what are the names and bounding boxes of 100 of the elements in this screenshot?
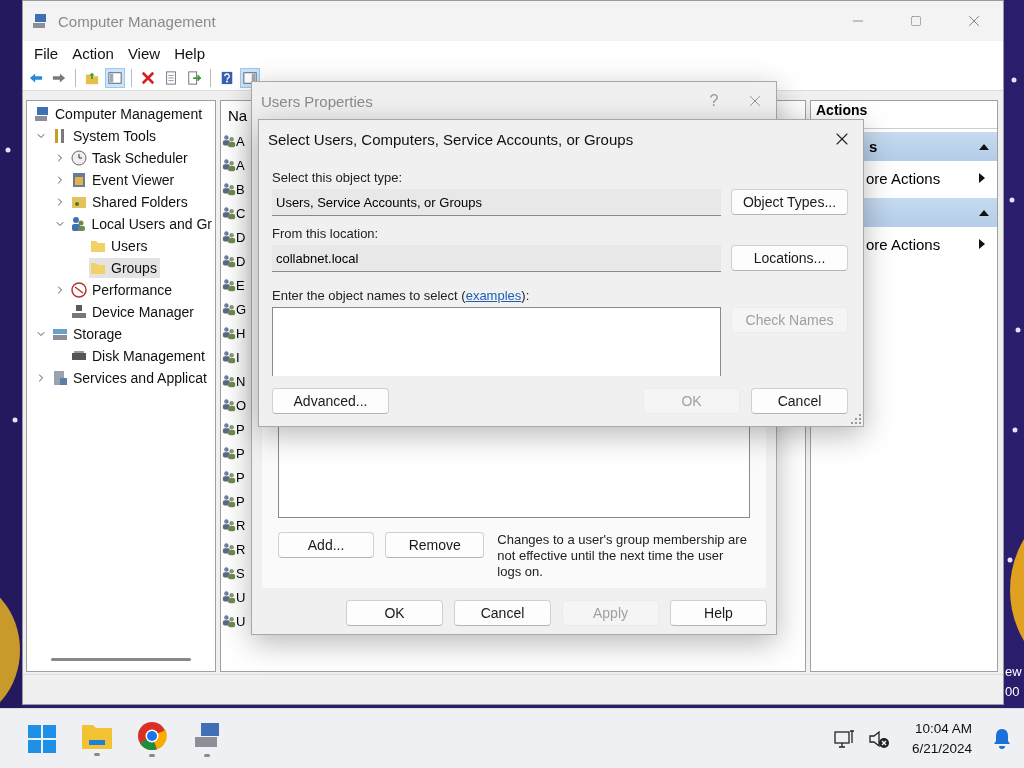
dialog-button[interactable]: OK [346,600,443,626]
action-item[interactable]: ore Actions [866,169,977,187]
group-icon [222,278,236,292]
computer-icon [32,13,48,29]
tree-item[interactable]: Local Users and Gr [69,214,215,234]
group-icon [222,254,236,268]
readonly-field: Users, Service Accounts, or Groups [272,189,721,216]
tree-pane-icon[interactable] [105,67,125,88]
clock-icon [71,150,87,166]
group-icon [222,206,236,220]
tree-item[interactable]: Computer Management [33,104,206,124]
group-icon [222,398,236,412]
list-item[interactable]: I [236,349,240,365]
tree-item[interactable]: Disk Management [70,346,208,366]
object-names-field[interactable] [272,307,721,376]
group-icon [222,326,236,340]
group-icon [222,158,236,172]
clock[interactable]: 10:04 AM 6/21/2024 [911,718,972,759]
tree-item[interactable]: Task Scheduler [70,148,191,168]
examples-link[interactable]: examples [465,288,522,303]
log-icon [71,172,87,188]
services-icon [52,370,68,386]
list-item[interactable]: P [236,421,245,437]
bell-icon[interactable] [992,727,1012,750]
group-icon [222,470,236,484]
start-icon[interactable] [27,723,57,754]
list-item[interactable]: P [236,469,245,485]
list-item[interactable]: U [236,613,246,629]
browser-icon[interactable] [137,720,167,751]
tree-item[interactable]: System Tools [51,126,159,146]
dialog-button[interactable]: Object Types... [731,189,848,215]
list-item[interactable]: N [236,373,246,389]
list-item[interactable]: R [236,517,246,533]
list-item[interactable]: H [236,325,246,341]
list-item[interactable]: G [236,301,247,317]
dialog-button[interactable]: Cancel [454,600,551,626]
computer-icon [34,106,50,122]
list-item[interactable]: E [236,277,245,293]
network-icon[interactable] [833,727,856,750]
tree-item[interactable]: Shared Folders [70,192,191,212]
list-item[interactable]: P [236,445,245,461]
menu-item[interactable]: Help [167,44,212,62]
advanced-button[interactable]: Advanced... [272,388,389,414]
resize-grip-icon[interactable] [851,414,861,424]
shared-folder-icon [71,194,87,210]
member-button[interactable]: Add... [278,532,375,558]
storage-icon [52,326,68,342]
window-title: Computer Management [58,12,217,30]
desktop-label: 00 [1005,684,1020,699]
submenu-caret-icon[interactable] [977,239,987,249]
group-icon [222,422,236,436]
group-icon [222,518,236,532]
member-button[interactable]: Remove [385,532,485,558]
tree-item[interactable]: Groups [89,258,160,278]
list-item[interactable]: U [236,589,246,605]
list-item[interactable]: P [236,493,245,509]
list-item[interactable]: R [236,541,246,557]
tree-item[interactable]: Storage [51,324,126,344]
group-icon [222,302,236,316]
group-icon [222,446,236,460]
list-item[interactable]: A [236,157,245,173]
scrollbar-thumb[interactable] [51,658,191,661]
dialog-button[interactable]: Help [670,600,767,626]
membership-note: Changes to a user's group membership are not effective until the next time the user logs on. [497,532,748,580]
group-icon [222,590,236,604]
folder-icon [90,238,106,254]
list-item[interactable]: S [236,565,245,581]
group-icon [222,614,236,628]
list-item[interactable]: C [236,205,246,221]
maximize-icon[interactable] [910,15,922,27]
list-item[interactable]: D [236,229,246,245]
field-label: Enter the object names to select (examples): [272,288,531,303]
field-label: Select this object type: [272,170,404,185]
tree-item[interactable]: Users [89,236,151,256]
device-icon [71,304,87,320]
dialog-button[interactable]: Cancel [751,388,848,414]
list-item[interactable]: A [236,133,245,149]
group-icon [222,182,236,196]
menu-item[interactable]: View [120,44,168,62]
dialog-title: Users Properties [261,92,374,110]
group-icon [222,542,236,556]
group-icon [222,350,236,364]
action-item[interactable]: ore Actions [866,235,977,253]
desktop-label: ew [1005,664,1022,679]
readonly-field: collabnet.local [272,245,721,272]
list-item[interactable]: D [236,253,246,269]
tree-item[interactable]: Performance [70,280,176,300]
menu-item[interactable]: Action [65,44,121,62]
field-label: From this location: [272,226,380,241]
tree-item[interactable]: Event Viewer [70,170,178,190]
performance-icon [71,282,87,298]
tree-item[interactable]: Services and Applicat [51,368,210,388]
group-icon [222,374,236,388]
list-item[interactable]: O [236,397,247,413]
time-text: 10:04 AM [914,719,972,738]
tree-item[interactable]: Device Manager [70,302,197,322]
menu-item[interactable]: File [27,44,66,62]
list-item[interactable]: B [236,181,245,197]
dialog-button[interactable]: Locations... [731,245,848,271]
submenu-caret-icon[interactable] [977,173,987,183]
